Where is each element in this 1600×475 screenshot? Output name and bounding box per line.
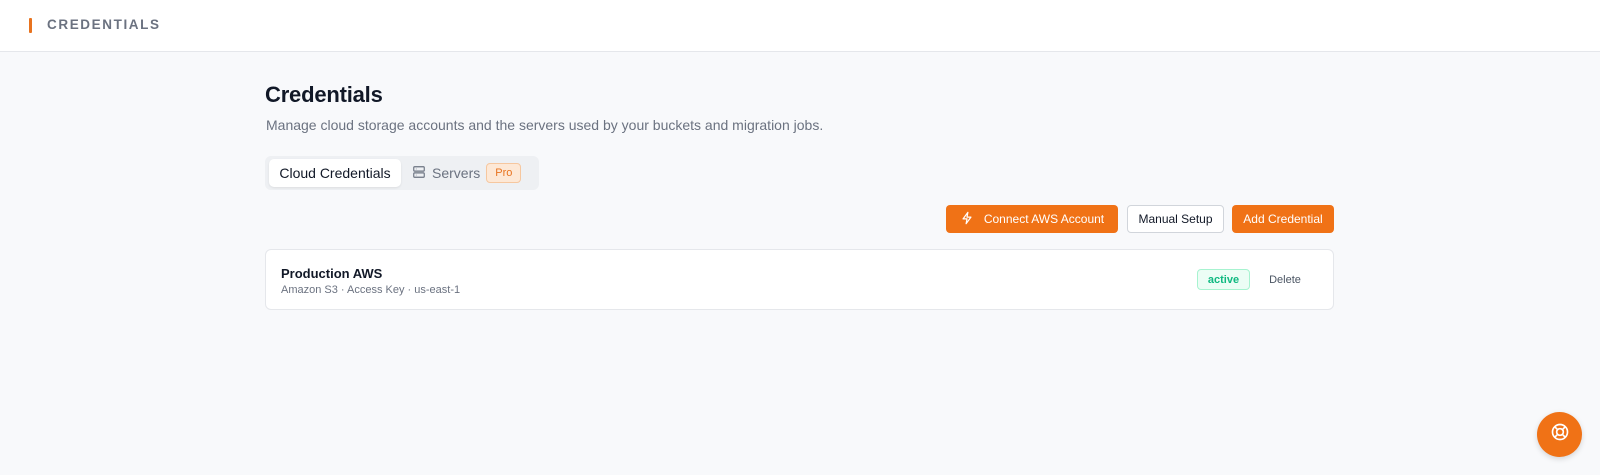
credential-row: Production AWS Amazon S3 · Access Key · … [265, 249, 1334, 310]
credential-meta: Amazon S3 · Access Key · us-east-1 [281, 284, 461, 296]
breadcrumb: CREDENTIALS [47, 17, 161, 32]
credential-name: Production AWS [281, 266, 383, 281]
connect-aws-account-button[interactable]: Connect AWS Account [946, 205, 1118, 233]
status-badge: active [1197, 269, 1250, 290]
lightning-bolt-icon [960, 211, 984, 228]
tab-servers[interactable]: Servers Pro [412, 159, 522, 187]
add-credential-button[interactable]: Add Credential [1232, 205, 1334, 233]
breadcrumb-accent-bar [29, 18, 32, 33]
connect-aws-account-label: Connect AWS Account [983, 212, 1105, 226]
help-button[interactable] [1537, 412, 1582, 457]
tab-bar: Cloud Credentials Servers Pro [265, 156, 539, 190]
pro-badge: Pro [486, 163, 522, 183]
tab-cloud-credentials[interactable]: Cloud Credentials [269, 159, 401, 187]
manual-setup-button[interactable]: Manual Setup [1127, 205, 1224, 233]
server-icon [412, 165, 432, 182]
delete-credential-button[interactable]: Delete [1260, 269, 1310, 290]
page-title: Credentials [265, 82, 383, 107]
top-bar: CREDENTIALS [0, 0, 1600, 52]
tab-servers-label: Servers [432, 165, 481, 181]
lifebuoy-icon [1550, 422, 1570, 447]
page-subtitle: Manage cloud storage accounts and the se… [266, 117, 824, 133]
